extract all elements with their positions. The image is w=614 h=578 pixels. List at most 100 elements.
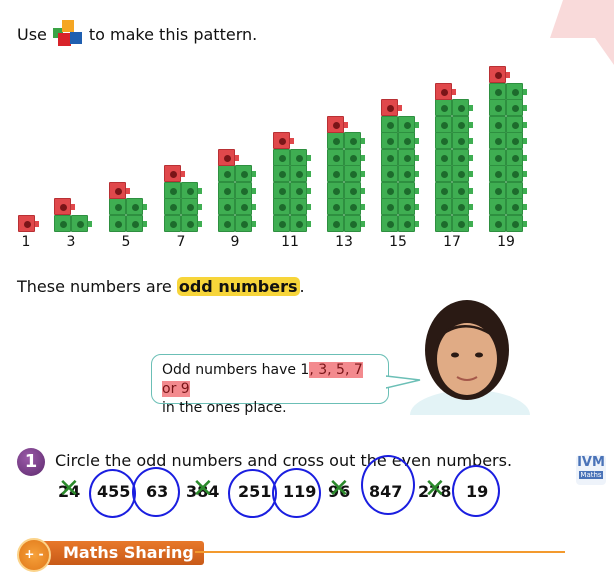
speech-line2: in the ones place. (162, 400, 287, 416)
green-cube (234, 198, 256, 215)
red-cube (273, 132, 294, 149)
green-cube (435, 181, 456, 199)
green-cube (70, 214, 92, 232)
green-cube (489, 148, 510, 166)
green-cube (343, 198, 365, 215)
green-cube (451, 99, 473, 116)
green-cube (505, 148, 527, 166)
green-cube (451, 198, 473, 215)
green-cube (125, 214, 147, 232)
green-cube (289, 181, 311, 199)
red-cube (109, 181, 130, 199)
red-cube (218, 148, 239, 166)
green-cube (381, 132, 402, 149)
even-cross-mark: ✕ (328, 474, 350, 504)
odd-circle-mark (89, 469, 136, 518)
intro-text-after: to make this pattern. (88, 24, 258, 44)
green-cube (397, 165, 419, 182)
green-cube (273, 198, 294, 215)
green-cube (109, 198, 130, 215)
green-cube (327, 181, 348, 199)
green-cube (164, 198, 185, 215)
question-number-badge: 1 (17, 448, 45, 476)
green-cube (327, 198, 348, 215)
green-cube (489, 132, 510, 149)
red-cube (54, 198, 75, 215)
green-cube (397, 198, 419, 215)
intro-instruction: Use to make this pattern. (17, 19, 257, 49)
tower-label: 5 (121, 234, 131, 250)
girl-photo (410, 300, 530, 415)
green-cube (125, 198, 147, 215)
tower-label: 13 (335, 234, 353, 250)
statement-period: . (299, 277, 305, 296)
green-cube (489, 115, 510, 133)
green-cube (381, 148, 402, 166)
green-cube (273, 148, 294, 166)
red-cube (435, 82, 456, 100)
green-cube (397, 214, 419, 232)
odd-circle-mark (361, 455, 415, 515)
statement-text: These numbers are (17, 277, 172, 296)
green-cube (218, 214, 239, 232)
even-cross-mark: ✕ (424, 474, 446, 504)
green-cube (435, 214, 456, 232)
green-cube (397, 115, 419, 133)
green-cube (451, 214, 473, 232)
tower-label: 17 (443, 234, 461, 250)
green-cube (505, 214, 527, 232)
green-cube (343, 165, 365, 182)
green-cube (435, 148, 456, 166)
green-cube (289, 148, 311, 166)
green-cube (435, 115, 456, 133)
green-cube (397, 132, 419, 149)
bookmark-ribbon (550, 0, 614, 65)
tower-label: 9 (230, 234, 240, 250)
green-cube (180, 198, 202, 215)
green-cube (343, 148, 365, 166)
green-cube (289, 165, 311, 182)
red-cube (164, 165, 185, 182)
green-cube (435, 99, 456, 116)
green-cube (505, 198, 527, 215)
red-cube (489, 66, 510, 83)
tower-label: 7 (176, 234, 186, 250)
green-cube (180, 181, 202, 199)
green-cube (381, 165, 402, 182)
green-cube (164, 214, 185, 232)
green-cube (505, 115, 527, 133)
tower-label: 11 (281, 234, 299, 250)
green-cube (273, 165, 294, 182)
green-cube (164, 181, 185, 199)
red-cube (18, 214, 39, 232)
green-cube (381, 214, 402, 232)
green-cube (435, 198, 456, 215)
green-cube (435, 132, 456, 149)
maths-sharing-label: Maths Sharing (41, 541, 204, 565)
green-cube (489, 82, 510, 100)
odd-circle-mark (228, 469, 277, 518)
green-cube (289, 198, 311, 215)
green-cube (489, 165, 510, 182)
green-cube (489, 181, 510, 199)
green-cube (451, 132, 473, 149)
green-cube (505, 165, 527, 182)
green-cube (273, 181, 294, 199)
green-cube (435, 165, 456, 182)
green-cube (397, 148, 419, 166)
green-cube (54, 214, 75, 232)
green-cube (109, 214, 130, 232)
red-cube (381, 99, 402, 116)
green-cube (381, 181, 402, 199)
green-cube (273, 214, 294, 232)
green-cube (343, 132, 365, 149)
green-cube (505, 99, 527, 116)
speech-line1: Odd numbers have 1 (162, 362, 310, 378)
green-cube (218, 198, 239, 215)
green-cube (451, 148, 473, 166)
odd-numbers-highlight: odd numbers (176, 277, 300, 296)
green-cube (234, 214, 256, 232)
green-cube (489, 198, 510, 215)
green-cube (343, 214, 365, 232)
green-cube (343, 181, 365, 199)
